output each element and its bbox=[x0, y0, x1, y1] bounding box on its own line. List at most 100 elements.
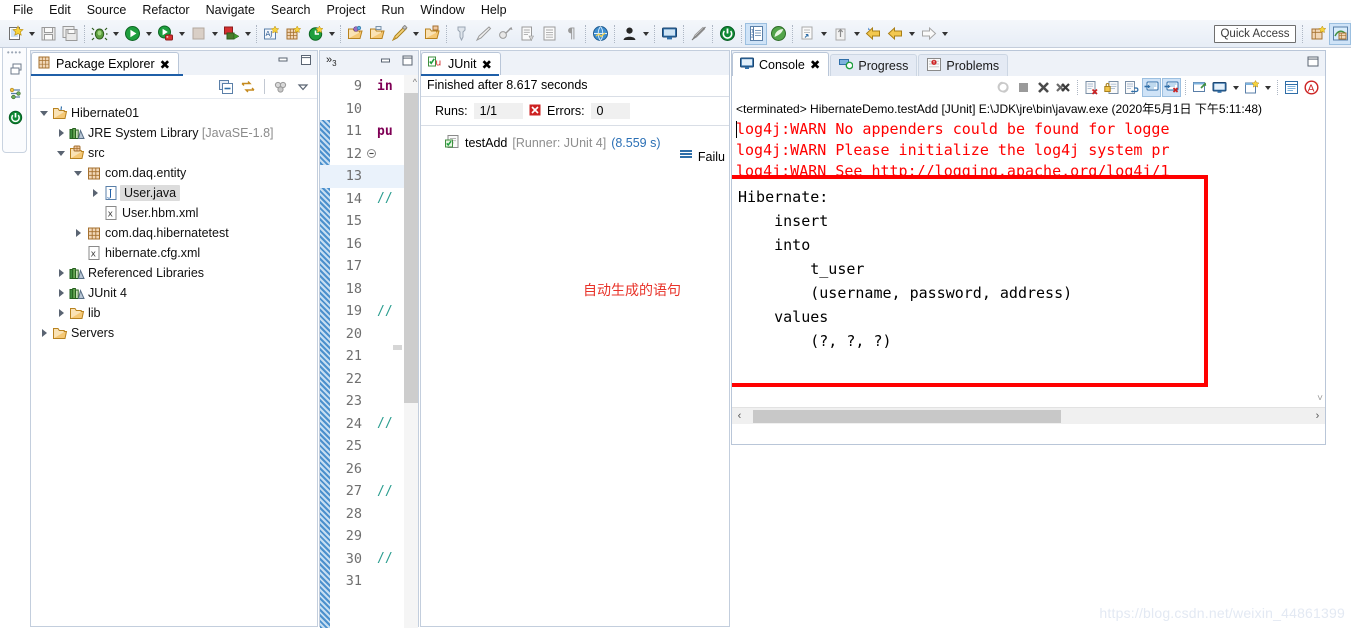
menu-item-navigate[interactable]: Navigate bbox=[198, 2, 263, 18]
external-tools-dropdown-icon[interactable] bbox=[242, 23, 253, 45]
word-wrap-icon[interactable] bbox=[1122, 78, 1141, 97]
new-wizard-icon[interactable] bbox=[4, 23, 26, 45]
previous-icon[interactable] bbox=[884, 23, 906, 45]
console-view-icon[interactable] bbox=[1282, 78, 1301, 97]
tab-problems[interactable]: Problems bbox=[918, 54, 1009, 76]
link-with-editor-icon[interactable] bbox=[238, 77, 258, 97]
edit-icon[interactable] bbox=[388, 23, 410, 45]
outline-view-icon[interactable] bbox=[3, 81, 28, 105]
scroll-lock-icon[interactable] bbox=[1102, 78, 1121, 97]
console-vertical-scrollbar[interactable] bbox=[1311, 99, 1325, 407]
alert-icon[interactable]: A bbox=[1302, 78, 1321, 97]
run-dropdown-icon[interactable] bbox=[143, 23, 154, 45]
console-output[interactable]: <terminated> HibernateDemo.testAdd [JUni… bbox=[732, 99, 1325, 424]
close-icon[interactable]: ✖ bbox=[810, 57, 820, 72]
report-dropdown-icon[interactable] bbox=[818, 23, 829, 45]
editor-body[interactable]: 9 in 10 11 pu 12 13 14 // 15 16 17 18 19 // 20 21 22 23 24 /… bbox=[320, 75, 418, 628]
chevron-right-icon[interactable] bbox=[71, 229, 85, 237]
debug-dropdown-icon[interactable] bbox=[110, 23, 121, 45]
remove-all-terminated-icon[interactable] bbox=[1054, 78, 1073, 97]
tree-item[interactable]: src bbox=[31, 143, 317, 163]
tree-item[interactable]: JRE System Library [JavaSE-1.8] bbox=[31, 123, 317, 143]
run-as-server-dropdown-icon[interactable] bbox=[176, 23, 187, 45]
tree-item[interactable]: lib bbox=[31, 303, 317, 323]
junit-failure-trace-tab[interactable]: Failu bbox=[672, 146, 729, 167]
close-icon[interactable]: ✖ bbox=[160, 57, 170, 72]
maximize-icon[interactable] bbox=[401, 55, 414, 69]
tree-item[interactable]: Referenced Libraries bbox=[31, 263, 317, 283]
external-tools-icon[interactable] bbox=[220, 23, 242, 45]
scroll-left-icon[interactable]: ‹ bbox=[732, 410, 747, 422]
tree-item[interactable]: J User.java bbox=[31, 183, 317, 203]
chevron-right-icon[interactable] bbox=[54, 269, 68, 277]
display-selected-console-icon[interactable] bbox=[1210, 78, 1229, 97]
new-java-package-icon[interactable]: AJ bbox=[260, 23, 282, 45]
show-console-on-output-icon[interactable] bbox=[1142, 78, 1161, 97]
java-perspective-icon[interactable] bbox=[1329, 22, 1351, 45]
tab-progress[interactable]: Progress bbox=[830, 54, 918, 76]
back-icon[interactable] bbox=[862, 23, 884, 45]
maximize-icon[interactable] bbox=[299, 54, 313, 69]
minimize-icon[interactable] bbox=[276, 54, 290, 69]
tree-item[interactable]: com.daq.hibernatetest bbox=[31, 223, 317, 243]
maximize-icon[interactable] bbox=[1306, 56, 1320, 71]
refresh-icon[interactable] bbox=[304, 23, 326, 45]
show-console-on-error-icon[interactable] bbox=[1162, 78, 1181, 97]
debug-icon[interactable] bbox=[88, 23, 110, 45]
menu-item-help[interactable]: Help bbox=[473, 2, 515, 18]
chevron-down-icon[interactable] bbox=[71, 170, 85, 176]
close-icon[interactable]: ✖ bbox=[481, 57, 491, 72]
open-task-icon[interactable] bbox=[366, 23, 388, 45]
clear-console-icon[interactable] bbox=[1082, 78, 1101, 97]
pin-console-icon[interactable] bbox=[1190, 78, 1209, 97]
tree-item[interactable]: Hibernate01 bbox=[31, 103, 317, 123]
menu-item-window[interactable]: Window bbox=[412, 2, 472, 18]
open-type-icon[interactable] bbox=[344, 23, 366, 45]
display-selected-console-dropdown-icon[interactable] bbox=[1230, 77, 1241, 99]
user-dropdown-icon[interactable] bbox=[640, 23, 651, 45]
edit-dropdown-icon[interactable] bbox=[410, 23, 421, 45]
collapse-all-icon[interactable] bbox=[216, 77, 236, 97]
quick-access-input[interactable]: Quick Access bbox=[1214, 24, 1296, 43]
run-icon[interactable] bbox=[121, 23, 143, 45]
menu-item-project[interactable]: Project bbox=[319, 2, 374, 18]
chevron-right-icon[interactable] bbox=[54, 289, 68, 297]
chevron-down-icon[interactable] bbox=[37, 110, 51, 116]
outline-icon[interactable]: 1 2 bbox=[745, 22, 767, 45]
scroll-right-icon[interactable]: › bbox=[1310, 410, 1325, 422]
restore-icon[interactable] bbox=[3, 57, 28, 81]
minimize-icon[interactable] bbox=[379, 55, 392, 69]
tab-console[interactable]: Console ✖ bbox=[732, 52, 830, 76]
tree-item[interactable]: com.daq.entity bbox=[31, 163, 317, 183]
new-wizard-dropdown-icon[interactable] bbox=[26, 23, 37, 45]
chevron-right-icon[interactable] bbox=[54, 309, 68, 317]
fold-collapse-icon[interactable] bbox=[366, 149, 377, 159]
spring-icon[interactable] bbox=[767, 23, 789, 45]
hscroll-thumb[interactable] bbox=[753, 409, 1061, 423]
hscroll-track[interactable] bbox=[747, 409, 1310, 423]
open-console-icon[interactable] bbox=[1242, 78, 1261, 97]
tab-package-explorer[interactable]: Package Explorer ✖ bbox=[31, 52, 180, 75]
tree-item[interactable]: JUnit 4 bbox=[31, 283, 317, 303]
menu-item-run[interactable]: Run bbox=[373, 2, 412, 18]
menu-item-file[interactable]: File bbox=[5, 2, 41, 18]
forward-dropdown-icon[interactable] bbox=[939, 23, 950, 45]
tree-item[interactable]: x hibernate.cfg.xml bbox=[31, 243, 317, 263]
scroll-up-icon[interactable]: ^ bbox=[413, 77, 417, 87]
editor-scroll-thumb[interactable] bbox=[404, 93, 418, 403]
chevron-right-icon[interactable] bbox=[54, 129, 68, 137]
run-as-server-icon[interactable] bbox=[154, 23, 176, 45]
chevron-right-icon[interactable] bbox=[37, 329, 51, 337]
menu-item-search[interactable]: Search bbox=[263, 2, 319, 18]
editor-vertical-scrollbar[interactable]: ^ bbox=[404, 75, 418, 628]
chevron-right-icon[interactable] bbox=[88, 189, 102, 197]
folder-open-icon[interactable] bbox=[421, 23, 443, 45]
console-horizontal-scrollbar[interactable]: ‹ › bbox=[732, 407, 1325, 424]
power-icon[interactable] bbox=[716, 23, 738, 45]
menu-item-edit[interactable]: Edit bbox=[41, 2, 79, 18]
tree-item[interactable]: Servers bbox=[31, 323, 317, 343]
scroll-down-icon[interactable]: ˅ bbox=[1317, 393, 1323, 404]
view-dropdown-icon[interactable] bbox=[293, 77, 313, 97]
view-menu-icon[interactable] bbox=[271, 77, 291, 97]
stop-dropdown-icon[interactable] bbox=[209, 23, 220, 45]
